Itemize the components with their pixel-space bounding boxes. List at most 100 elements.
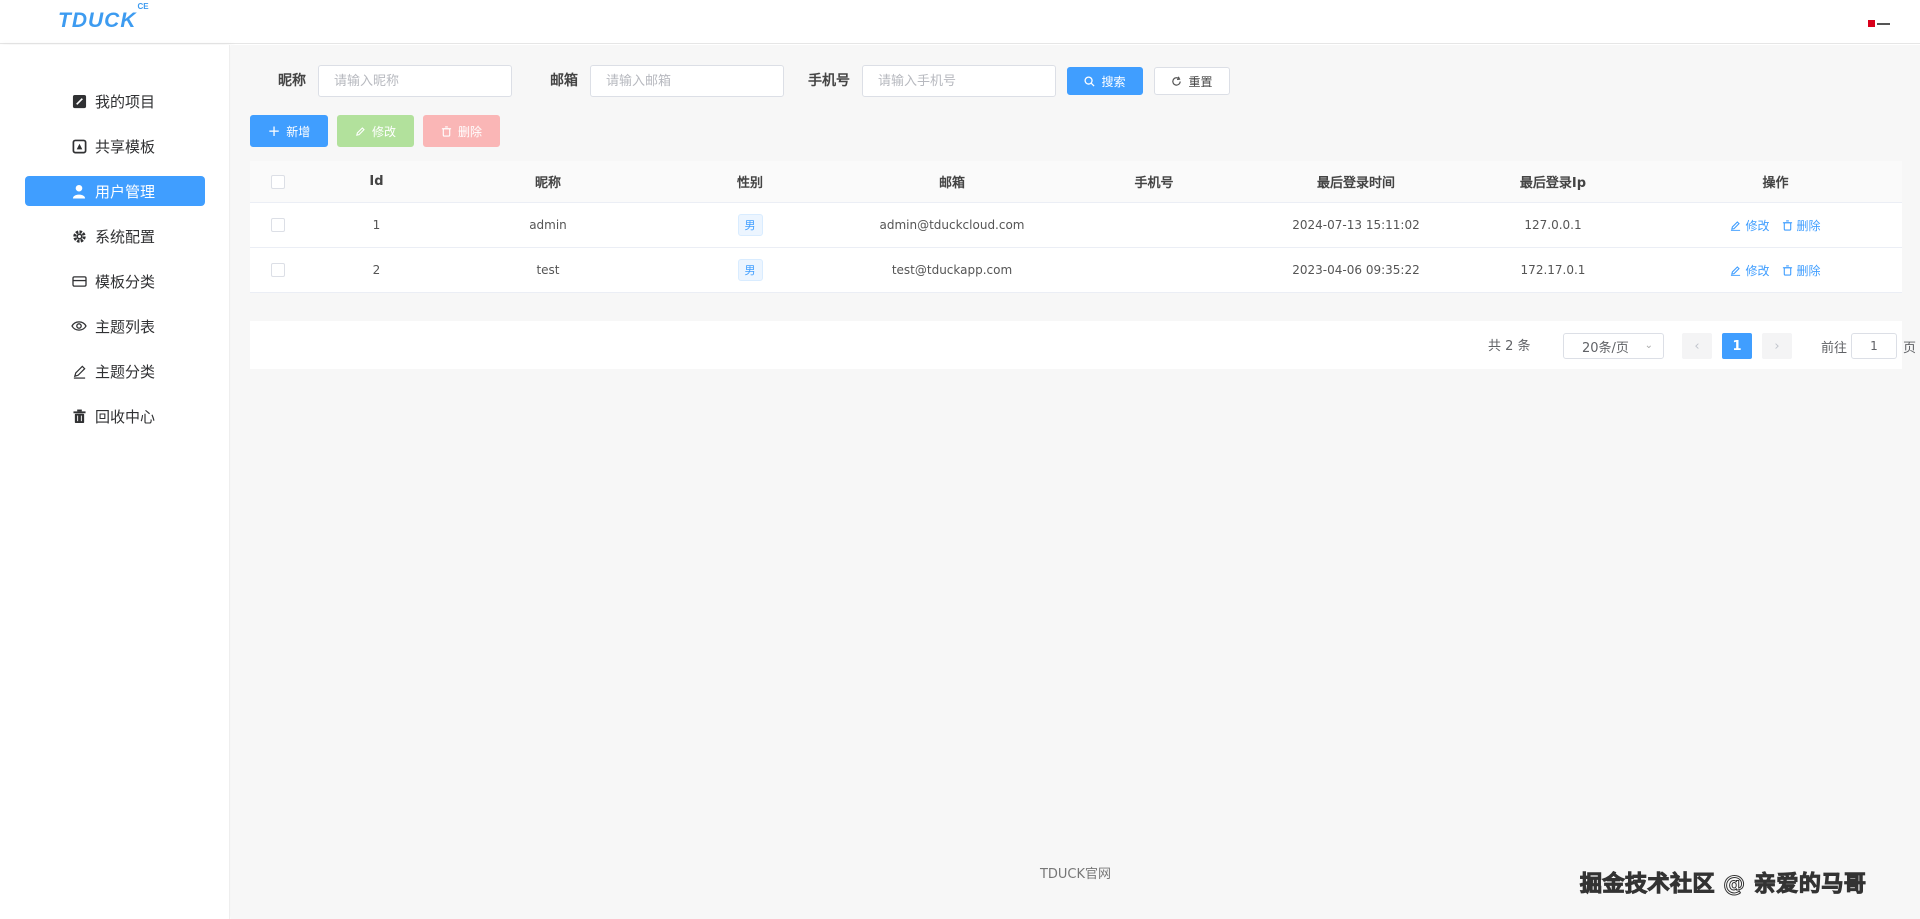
row-delete-link[interactable]: 删除 [1782, 262, 1821, 279]
goto-suffix: 页 [1903, 341, 1917, 356]
trash-icon [71, 408, 87, 424]
sidebar-item-shared-templates[interactable]: 共享模板 [25, 131, 205, 161]
phone-input[interactable] [862, 65, 1056, 97]
sidebar-item-my-projects[interactable]: 我的项目 [25, 86, 205, 116]
row-delete-link[interactable]: 删除 [1782, 217, 1821, 234]
row-select-cell [250, 248, 306, 292]
sidebar-item-label: 用户管理 [95, 182, 156, 201]
cell-email: admin@tduckcloud.com [879, 218, 1025, 232]
select-all-cell [250, 161, 306, 202]
reset-button[interactable]: 重置 [1154, 67, 1230, 95]
page-size-select[interactable]: 20条/页 ⌄ [1563, 333, 1664, 359]
sidebar-item-label: 我的项目 [95, 92, 156, 111]
pagination: 共 2 条 20条/页 ⌄ ‹ 1 › 前往 页 [250, 321, 1916, 369]
sidebar-item-theme-list[interactable]: 主题列表 [25, 311, 205, 341]
column-header-last-login-ip[interactable]: 最后登录Ip [1457, 161, 1649, 202]
nickname-input[interactable] [318, 65, 512, 97]
eye-icon [71, 318, 87, 334]
cell-last-login-time: 2023-04-06 09:35:22 [1292, 263, 1420, 277]
sidebar-item-system-config[interactable]: 系统配置 [25, 221, 205, 251]
email-input[interactable] [590, 65, 784, 97]
sidebar-item-label: 主题列表 [95, 317, 156, 336]
column-header-nickname[interactable]: 昵称 [447, 161, 649, 202]
sidebar-item-label: 系统配置 [95, 227, 156, 246]
delete-icon [1782, 219, 1792, 231]
phone-label: 手机号 [808, 73, 850, 89]
email-label: 邮箱 [550, 73, 578, 89]
table-header-row: Id 昵称 性别 邮箱 手机号 最后登录时间 最后登录Ip 操作 [250, 161, 1902, 203]
refresh-icon [1172, 75, 1182, 86]
cell-gender: 男 [649, 203, 851, 247]
cell-nickname: test [536, 263, 560, 277]
sidebar-item-template-category[interactable]: 模板分类 [25, 266, 205, 296]
row-select-cell [250, 203, 306, 247]
row-edit-link[interactable]: 修改 [1730, 262, 1770, 279]
table-row[interactable]: 1 admin 男 admin@tduckcloud.com 2024-07-1… [250, 203, 1902, 248]
sidebar-item-label: 模板分类 [95, 272, 156, 291]
row-edit-link[interactable]: 修改 [1730, 217, 1770, 234]
user-avatar[interactable] [1868, 19, 1890, 28]
card-icon [71, 273, 87, 289]
goto-label: 前往 [1821, 341, 1848, 356]
row-checkbox[interactable] [271, 263, 285, 277]
delete-button[interactable]: 删除 [423, 115, 500, 147]
column-header-gender[interactable]: 性别 [649, 161, 851, 202]
nickname-label: 昵称 [278, 73, 306, 89]
table-row[interactable]: 2 test 男 test@tduckapp.com 2023-04-06 09… [250, 248, 1902, 293]
page-number-current[interactable]: 1 [1722, 333, 1752, 359]
column-header-phone[interactable]: 手机号 [1053, 161, 1255, 202]
template-icon [71, 138, 87, 154]
cell-last-login-ip: 172.17.0.1 [1520, 263, 1586, 277]
sidebar-item-user-management[interactable]: 用户管理 [25, 176, 205, 206]
edit-square-icon [71, 93, 87, 109]
edit-button[interactable]: 修改 [337, 115, 414, 147]
delete-icon [441, 125, 452, 137]
cell-id: 1 [372, 218, 381, 232]
column-header-last-login-time[interactable]: 最后登录时间 [1255, 161, 1457, 202]
cell-phone [1053, 203, 1255, 247]
cell-actions: 修改 删除 [1649, 203, 1902, 247]
cell-gender: 男 [649, 248, 851, 292]
pagination-total: 共 2 条 [1488, 339, 1531, 354]
top-bar: TDUCKCE [0, 0, 1920, 44]
chevron-down-icon: ⌄ [1644, 340, 1653, 351]
sidebar-item-recycle-center[interactable]: 回收中心 [25, 401, 205, 431]
prev-page-button[interactable]: ‹ [1682, 333, 1712, 359]
add-button[interactable]: + 新增 [250, 115, 328, 147]
sidebar: 我的项目 共享模板 用户管理 系统配置 模板分类 主题列表 主题分类 回收中心 [0, 45, 230, 919]
gender-tag: 男 [737, 259, 763, 281]
sidebar-item-theme-category[interactable]: 主题分类 [25, 356, 205, 386]
column-header-actions: 操作 [1762, 176, 1789, 191]
column-header-id[interactable]: Id [306, 161, 447, 202]
edit-icon [1731, 265, 1741, 276]
select-all-checkbox[interactable] [271, 174, 285, 189]
edit-icon [1731, 220, 1741, 231]
cell-email: test@tduckapp.com [891, 263, 1013, 277]
cell-phone [1053, 248, 1255, 292]
column-header-email[interactable]: 邮箱 [851, 161, 1053, 202]
edit-icon [356, 126, 365, 136]
sidebar-item-label: 共享模板 [95, 137, 156, 156]
cell-nickname: admin [529, 218, 567, 232]
search-icon [1084, 75, 1096, 87]
cell-last-login-ip: 127.0.0.1 [1524, 218, 1582, 232]
chevron-left-icon: ‹ [1694, 338, 1700, 354]
delete-icon [1782, 264, 1792, 276]
gender-tag: 男 [737, 214, 763, 236]
main-content: 昵称 邮箱 手机号 搜索 重置 + 新增 修改 删除 Id 昵称 性别 邮箱 手… [231, 45, 1920, 919]
cell-id: 2 [372, 263, 381, 277]
cell-last-login-time: 2024-07-13 15:11:02 [1292, 218, 1420, 232]
user-icon [71, 183, 87, 199]
gear-icon [71, 228, 87, 244]
sidebar-item-label: 回收中心 [95, 407, 156, 426]
watermark-text: 掘金技术社区 @ 亲爱的马哥 [1579, 872, 1867, 898]
search-button[interactable]: 搜索 [1067, 67, 1143, 95]
next-page-button[interactable]: › [1762, 333, 1792, 359]
cell-actions: 修改 删除 [1649, 248, 1902, 292]
app-logo[interactable]: TDUCKCE [58, 2, 149, 33]
row-checkbox[interactable] [271, 218, 285, 232]
goto-page-input[interactable] [1851, 333, 1897, 359]
plus-icon: + [267, 121, 281, 140]
pen-icon [71, 363, 87, 379]
chevron-right-icon: › [1774, 338, 1780, 354]
